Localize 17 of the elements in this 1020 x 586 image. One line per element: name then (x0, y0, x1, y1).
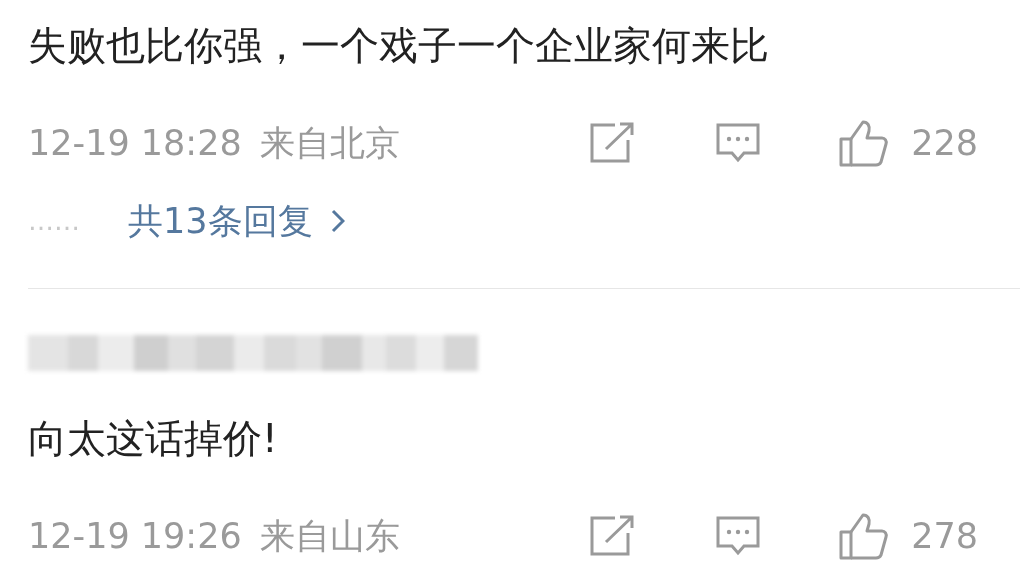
share-icon[interactable] (589, 515, 636, 557)
comment-icon[interactable] (715, 121, 762, 165)
reply-dots: …… (28, 206, 81, 236)
comment-icon[interactable] (715, 514, 762, 558)
like-count: 278 (911, 516, 978, 556)
timestamp: 12-19 19:26 (28, 516, 242, 556)
share-icon[interactable] (589, 122, 636, 164)
thumbs-up-icon[interactable] (839, 119, 890, 167)
timestamp: 12-19 18:28 (28, 123, 242, 163)
view-replies-link[interactable]: 共13条回复 (128, 197, 345, 245)
like-count: 228 (911, 123, 978, 163)
location-label: 来自山东 (259, 514, 400, 558)
location-label: 来自北京 (259, 121, 400, 165)
comment-text: 失败也比你强，一个戏子一个企业家何来比 (28, 22, 769, 70)
chevron-right-icon (330, 209, 345, 233)
thumbs-up-icon[interactable] (839, 512, 890, 560)
comment-text: 向太这话掉价! (28, 415, 278, 463)
